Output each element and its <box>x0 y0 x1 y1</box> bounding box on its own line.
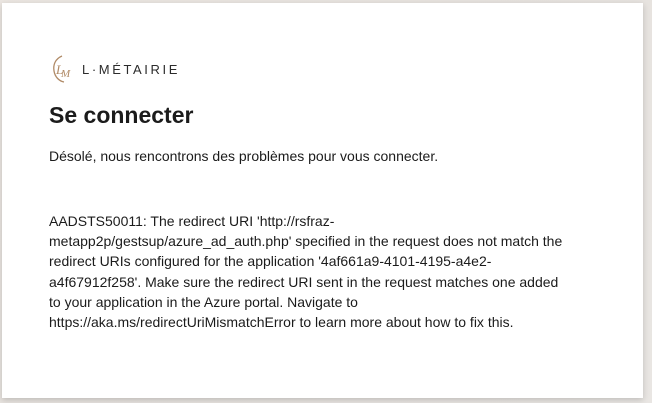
error-line: to your application in the Azure portal.… <box>49 293 358 310</box>
page-title: Se connecter <box>49 102 194 128</box>
company-name: L·MÉTAIRIE <box>82 61 180 77</box>
error-line: AADSTS50011: The redirect URI 'http://rs… <box>49 213 335 229</box>
company-logo: L M L·MÉTAIRIE <box>50 55 180 83</box>
monogram-logo-icon: L M <box>53 55 71 83</box>
error-line: a4f67912f258'. Make sure the redirect UR… <box>49 273 559 290</box>
signin-card: L M L·MÉTAIRIE Se connecter Désolé, nous… <box>2 3 643 398</box>
error-summary: Désolé, nous rencontrons des problèmes p… <box>49 148 439 164</box>
error-line: metapp2p/gestsup/azure_ad_auth.php' spec… <box>49 233 563 250</box>
error-details: AADSTS50011: The redirect URI 'http://rs… <box>49 211 609 332</box>
page-background: L M L·MÉTAIRIE Se connecter Désolé, nous… <box>0 0 652 403</box>
error-line: redirect URIs configured for the applica… <box>49 253 492 270</box>
svg-text:M: M <box>60 68 71 80</box>
error-line: https://aka.ms/redirectUriMismatchError … <box>49 314 514 331</box>
